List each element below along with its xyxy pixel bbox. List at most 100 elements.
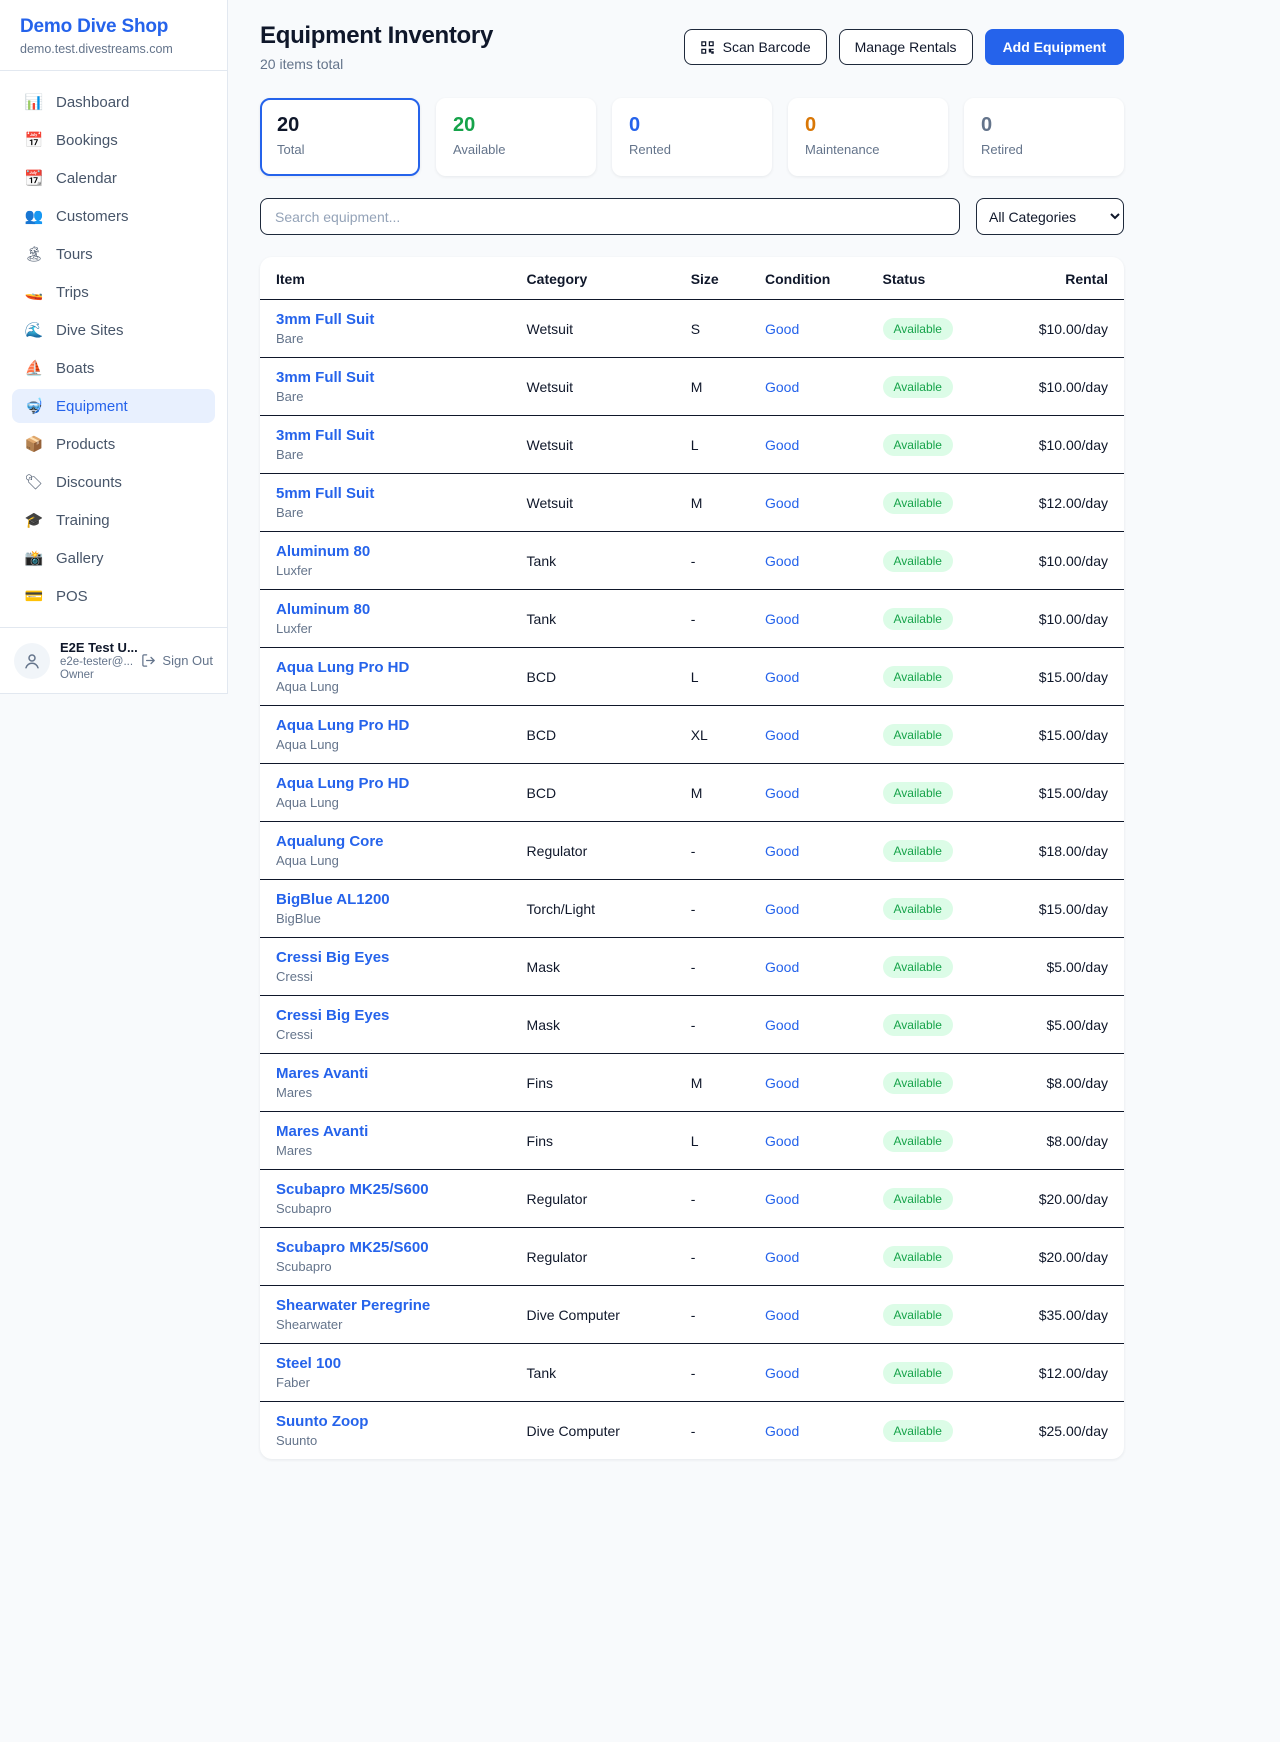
cell-status: Available — [867, 1170, 998, 1228]
stat-label: Available — [453, 142, 579, 157]
cell-status: Available — [867, 1286, 998, 1344]
item-link[interactable]: Steel 100 — [276, 1355, 495, 1372]
condition-link[interactable]: Good — [765, 669, 799, 685]
item-link[interactable]: Cressi Big Eyes — [276, 1007, 495, 1024]
sidebar-item-pos[interactable]: 💳POS — [12, 579, 215, 613]
item-link[interactable]: Aluminum 80 — [276, 601, 495, 618]
condition-link[interactable]: Good — [765, 379, 799, 395]
stat-label: Retired — [981, 142, 1107, 157]
stat-label: Rented — [629, 142, 755, 157]
cell-rental: $10.00/day — [998, 590, 1124, 648]
cell-category: Regulator — [511, 822, 675, 880]
item-link[interactable]: Aqualung Core — [276, 833, 495, 850]
cell-item: Suunto ZoopSuunto — [260, 1402, 511, 1460]
sidebar-item-customers[interactable]: 👥Customers — [12, 199, 215, 233]
discounts-icon: 🏷 — [24, 473, 44, 491]
item-link[interactable]: 5mm Full Suit — [276, 485, 495, 502]
sidebar-item-label: Bookings — [56, 132, 118, 149]
sign-out-button[interactable]: Sign Out — [141, 653, 213, 668]
stat-card-retired[interactable]: 0Retired — [964, 98, 1124, 176]
sidebar-item-label: Trips — [56, 284, 89, 301]
condition-link[interactable]: Good — [765, 843, 799, 859]
sidebar-item-equipment[interactable]: 🤿Equipment — [12, 389, 215, 423]
add-equipment-button[interactable]: Add Equipment — [985, 29, 1124, 65]
sidebar-item-dive-sites[interactable]: 🌊Dive Sites — [12, 313, 215, 347]
cell-condition: Good — [749, 1228, 867, 1286]
sidebar-item-label: Tours — [56, 246, 93, 263]
cell-condition: Good — [749, 822, 867, 880]
item-link[interactable]: Scubapro MK25/S600 — [276, 1239, 495, 1256]
stat-card-available[interactable]: 20 Available — [436, 98, 596, 176]
item-link[interactable]: Aqua Lung Pro HD — [276, 659, 495, 676]
sidebar-item-discounts[interactable]: 🏷Discounts — [12, 465, 215, 499]
category-select[interactable]: All Categories — [976, 198, 1124, 235]
sidebar-item-products[interactable]: 📦Products — [12, 427, 215, 461]
cell-category: Wetsuit — [511, 416, 675, 474]
item-link[interactable]: 3mm Full Suit — [276, 311, 495, 328]
condition-link[interactable]: Good — [765, 1249, 799, 1265]
item-link[interactable]: 3mm Full Suit — [276, 369, 495, 386]
cell-condition: Good — [749, 358, 867, 416]
condition-link[interactable]: Good — [765, 727, 799, 743]
condition-link[interactable]: Good — [765, 1075, 799, 1091]
cell-item: Scubapro MK25/S600Scubapro — [260, 1170, 511, 1228]
cell-status: Available — [867, 648, 998, 706]
search-input[interactable] — [260, 198, 960, 235]
condition-link[interactable]: Good — [765, 959, 799, 975]
cell-status: Available — [867, 474, 998, 532]
stat-card-maintenance[interactable]: 0Maintenance — [788, 98, 948, 176]
sidebar: Demo Dive Shop demo.test.divestreams.com… — [0, 0, 228, 694]
item-link[interactable]: Mares Avanti — [276, 1065, 495, 1082]
condition-link[interactable]: Good — [765, 901, 799, 917]
condition-link[interactable]: Good — [765, 1307, 799, 1323]
cell-status: Available — [867, 532, 998, 590]
item-brand: Luxfer — [276, 621, 495, 636]
sidebar-item-gallery[interactable]: 📸Gallery — [12, 541, 215, 575]
item-link[interactable]: Aluminum 80 — [276, 543, 495, 560]
condition-link[interactable]: Good — [765, 1365, 799, 1381]
item-link[interactable]: Aqua Lung Pro HD — [276, 775, 495, 792]
sidebar-item-trips[interactable]: 🚤Trips — [12, 275, 215, 309]
cell-size: M — [675, 358, 749, 416]
stat-value: 20 — [453, 114, 579, 137]
condition-link[interactable]: Good — [765, 321, 799, 337]
stat-card-total[interactable]: 20Total — [260, 98, 420, 176]
scan-barcode-button[interactable]: Scan Barcode — [684, 29, 827, 65]
shop-name[interactable]: Demo Dive Shop — [20, 16, 207, 38]
condition-link[interactable]: Good — [765, 1017, 799, 1033]
stat-card-rented[interactable]: 0Rented — [612, 98, 772, 176]
brand-block: Demo Dive Shop demo.test.divestreams.com — [0, 0, 227, 71]
cell-item: BigBlue AL1200BigBlue — [260, 880, 511, 938]
user-meta: E2E Test U... e2e-tester@... Owner — [60, 640, 131, 681]
sidebar-item-bookings[interactable]: 📅 Bookings — [12, 123, 215, 157]
condition-link[interactable]: Good — [765, 1191, 799, 1207]
table-row: Aqua Lung Pro HDAqua LungBCDXLGoodAvaila… — [260, 706, 1124, 764]
condition-link[interactable]: Good — [765, 495, 799, 511]
cell-condition: Good — [749, 416, 867, 474]
condition-link[interactable]: Good — [765, 785, 799, 801]
equipment-icon: 🤿 — [24, 397, 44, 415]
item-link[interactable]: Cressi Big Eyes — [276, 949, 495, 966]
item-link[interactable]: Scubapro MK25/S600 — [276, 1181, 495, 1198]
cell-status: Available — [867, 1112, 998, 1170]
sidebar-item-tours[interactable]: 🏝Tours — [12, 237, 215, 271]
item-link[interactable]: 3mm Full Suit — [276, 427, 495, 444]
item-link[interactable]: Mares Avanti — [276, 1123, 495, 1140]
condition-link[interactable]: Good — [765, 437, 799, 453]
sidebar-item-boats[interactable]: ⛵Boats — [12, 351, 215, 385]
sidebar-item-training[interactable]: 🎓Training — [12, 503, 215, 537]
sidebar-item-label: Boats — [56, 360, 94, 377]
condition-link[interactable]: Good — [765, 611, 799, 627]
condition-link[interactable]: Good — [765, 1423, 799, 1439]
sidebar-item-calendar[interactable]: 📆Calendar — [12, 161, 215, 195]
item-link[interactable]: BigBlue AL1200 — [276, 891, 495, 908]
item-link[interactable]: Shearwater Peregrine — [276, 1297, 495, 1314]
item-link[interactable]: Aqua Lung Pro HD — [276, 717, 495, 734]
condition-link[interactable]: Good — [765, 1133, 799, 1149]
item-link[interactable]: Suunto Zoop — [276, 1413, 495, 1430]
condition-link[interactable]: Good — [765, 553, 799, 569]
bookings-icon: 📅 — [24, 131, 44, 149]
manage-rentals-button[interactable]: Manage Rentals — [839, 29, 973, 65]
sidebar-item-dashboard[interactable]: 📊Dashboard — [12, 85, 215, 119]
user-role: Owner — [60, 669, 131, 681]
